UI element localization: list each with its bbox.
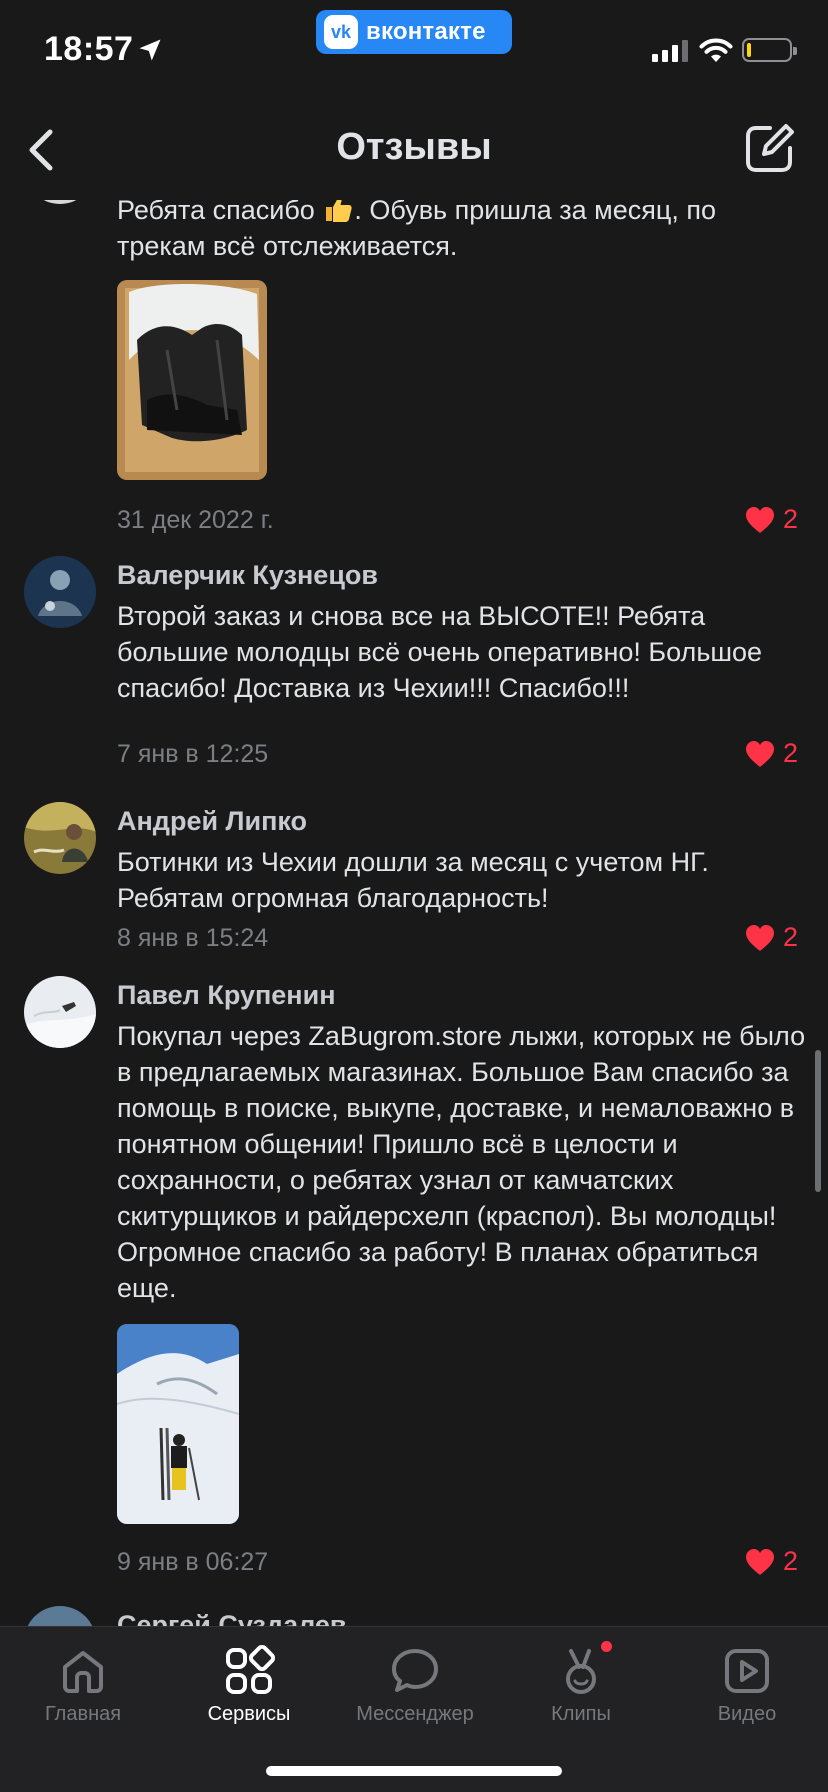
like-count: 2 <box>782 504 798 534</box>
review-date: 8 янв в 15:24 <box>117 924 269 952</box>
services-icon <box>226 1645 275 1694</box>
video-icon <box>725 1649 769 1693</box>
review-text: Покупал через ZaBugrom.store лыжи, котор… <box>117 1021 806 1303</box>
heart-icon <box>745 1548 774 1575</box>
compose-icon[interactable] <box>742 122 796 176</box>
notification-badge <box>601 1641 612 1652</box>
tab-clips[interactable]: Клипы <box>501 1641 661 1726</box>
like-button[interactable]: 2 <box>745 922 798 953</box>
vk-logo: vk <box>324 15 358 49</box>
author-avatar[interactable] <box>24 1606 96 1628</box>
like-count: 2 <box>782 922 798 952</box>
review-date: 7 янв в 12:25 <box>117 740 269 768</box>
review-photo-skier[interactable] <box>117 1324 239 1524</box>
like-count: 2 <box>782 1546 798 1576</box>
like-count: 2 <box>782 738 798 768</box>
screen: 18:57 vk вконтакте Ребята спасибо . Обув… <box>0 0 828 1792</box>
reviews-feed[interactable]: Ребята спасибо . Обувь пришла за месяц, … <box>0 170 828 1628</box>
tab-video[interactable]: Видео <box>667 1645 827 1726</box>
heart-icon <box>745 506 774 533</box>
author-name[interactable]: Валерчик Кузнецов <box>117 560 378 591</box>
clips-icon <box>566 1649 596 1694</box>
like-button[interactable]: 2 <box>745 504 798 535</box>
messenger-icon <box>392 1649 438 1692</box>
page-title: Отзывы <box>336 126 492 168</box>
scroll-indicator[interactable] <box>815 1050 821 1192</box>
author-name[interactable]: Павел Крупенин <box>117 980 336 1011</box>
review-date: 9 янв в 06:27 <box>117 1548 269 1576</box>
home-indicator[interactable] <box>266 1766 562 1776</box>
home-icon <box>63 1651 103 1693</box>
heart-icon <box>745 740 774 767</box>
battery-icon <box>742 38 797 62</box>
tab-messenger[interactable]: Мессенджер <box>335 1645 495 1726</box>
location-arrow-icon <box>139 39 161 61</box>
tab-label: Видео <box>717 1703 777 1725</box>
author-avatar[interactable] <box>24 976 96 1048</box>
tab-label: Мессенджер <box>356 1703 474 1725</box>
vk-app-badge[interactable]: vk вконтакте <box>316 10 512 54</box>
tab-services[interactable]: Сервисы <box>169 1645 329 1726</box>
status-bar: 18:57 vk вконтакте <box>0 0 828 100</box>
tab-home[interactable]: Главная <box>3 1645 163 1726</box>
tab-label: Клипы <box>551 1703 611 1725</box>
tab-label: Сервисы <box>207 1703 291 1725</box>
vk-badge-label: вконтакте <box>366 18 486 45</box>
review-text: Ребята спасибо . Обувь пришла за месяц, … <box>117 195 716 261</box>
navigation-bar: Отзывы <box>0 100 828 200</box>
author-avatar[interactable] <box>24 802 96 874</box>
like-button[interactable]: 2 <box>745 738 798 769</box>
review-photo-boots[interactable] <box>117 280 267 480</box>
like-button[interactable]: 2 <box>745 1546 798 1577</box>
heart-icon <box>745 924 774 951</box>
review-text: Ботинки из Чехии дошли за месяц с учетом… <box>117 847 709 913</box>
tab-label: Главная <box>44 1703 122 1725</box>
wifi-icon <box>699 38 733 62</box>
author-name[interactable]: Андрей Липко <box>117 806 307 837</box>
cellular-signal-icon <box>652 40 688 62</box>
review-date: 31 дек 2022 г. <box>117 506 274 534</box>
author-avatar[interactable] <box>24 556 96 628</box>
review-text: Второй заказ и снова все на ВЫСОТЕ!! Реб… <box>117 601 763 703</box>
clock: 18:57 <box>44 30 134 68</box>
